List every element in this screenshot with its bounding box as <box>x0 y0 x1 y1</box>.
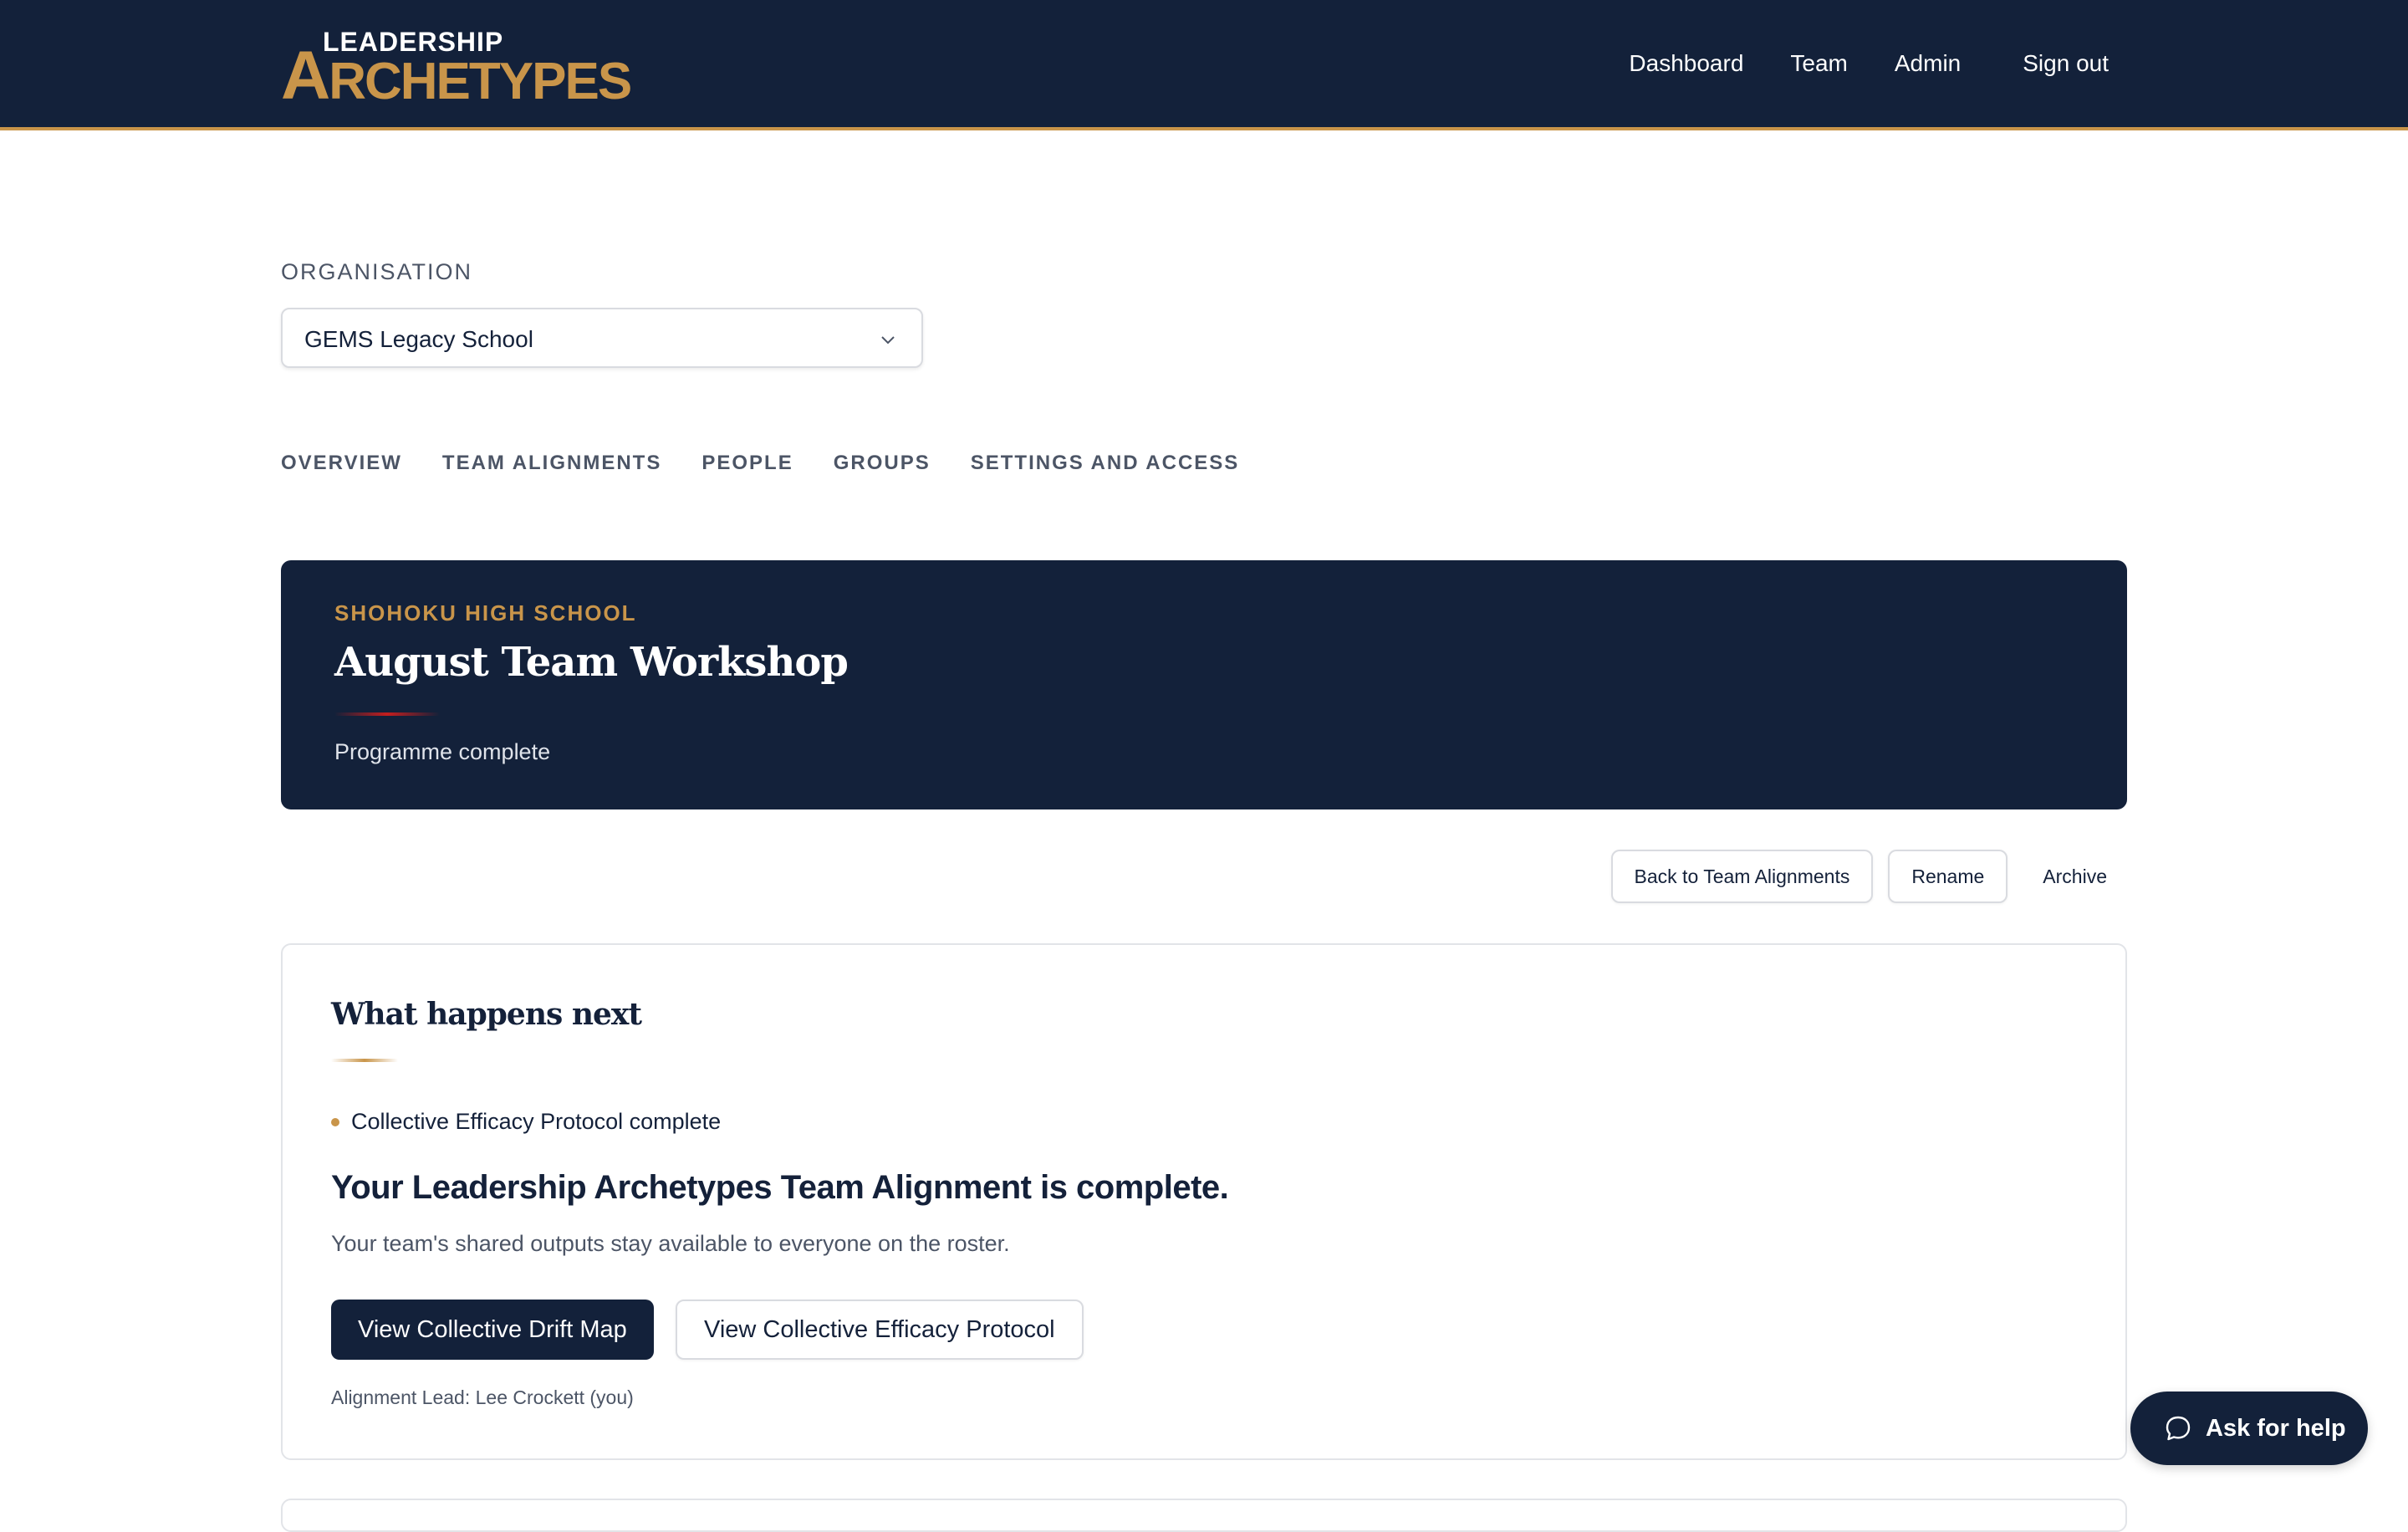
completion-message: Your Leadership Archetypes Team Alignmen… <box>331 1169 1229 1206</box>
completion-status-item: Collective Efficacy Protocol complete <box>331 1109 721 1135</box>
chat-bubble-icon <box>2166 1416 2191 1441</box>
archive-button[interactable]: Archive <box>2023 850 2127 903</box>
nav-team[interactable]: Team <box>1790 50 1847 77</box>
main-nav: Dashboard Team Admin Sign out <box>1582 47 2109 80</box>
alignment-lead: Alignment Lead: Lee Crockett (you) <box>331 1386 634 1408</box>
tab-groups[interactable]: GROUPS <box>834 452 931 475</box>
view-collective-drift-map-button[interactable]: View Collective Drift Map <box>331 1300 654 1360</box>
heading-accent-line <box>331 1059 398 1062</box>
ask-for-help-label: Ask for help <box>2206 1414 2346 1442</box>
sign-out-link[interactable]: Sign out <box>2023 50 2109 77</box>
back-to-team-alignments-button[interactable]: Back to Team Alignments <box>1610 850 1874 903</box>
title-accent-line <box>334 712 440 716</box>
chevron-down-icon <box>881 336 895 345</box>
nav-admin[interactable]: Admin <box>1895 50 1961 77</box>
completion-subtext: Your team's shared outputs stay availabl… <box>331 1231 1010 1256</box>
alignment-hero-banner: SHOHOKU HIGH SCHOOL August Team Workshop… <box>281 560 2127 809</box>
what-happens-next-card: What happens next Collective Efficacy Pr… <box>281 943 2127 1460</box>
organisation-select[interactable]: GEMS Legacy School <box>281 308 923 368</box>
organisation-label: ORGANISATION <box>281 259 473 284</box>
card-heading: What happens next <box>331 997 642 1032</box>
logo-rest-text: RCHETYPES <box>329 53 632 110</box>
tab-people[interactable]: PEOPLE <box>701 452 793 475</box>
programme-status: Programme complete <box>334 739 551 764</box>
ask-for-help-button[interactable]: Ask for help <box>2130 1392 2368 1465</box>
leadership-archetypes-logo[interactable]: LEADERSHIP ARCHETYPES <box>281 27 632 110</box>
school-name: SHOHOKU HIGH SCHOOL <box>334 600 637 626</box>
alignment-actions: Back to Team Alignments Rename Archive <box>1596 850 2127 903</box>
page-title: August Team Workshop <box>334 639 849 686</box>
organisation-select-value: GEMS Legacy School <box>304 326 533 352</box>
view-collective-efficacy-protocol-button[interactable]: View Collective Efficacy Protocol <box>676 1300 1084 1360</box>
rename-button[interactable]: Rename <box>1888 850 2008 903</box>
status-dot-icon <box>331 1117 339 1126</box>
next-card <box>281 1499 2127 1532</box>
tab-settings-and-access[interactable]: SETTINGS AND ACCESS <box>971 452 1240 475</box>
completion-status-text: Collective Efficacy Protocol complete <box>351 1109 722 1134</box>
logo-cap-letter: A <box>281 38 330 114</box>
section-tabs: OVERVIEW TEAM ALIGNMENTS PEOPLE GROUPS S… <box>281 452 1279 475</box>
logo-bottom-text: ARCHETYPES <box>281 42 632 111</box>
top-navigation-bar: LEADERSHIP ARCHETYPES Dashboard Team Adm… <box>0 0 2408 130</box>
tab-overview[interactable]: OVERVIEW <box>281 452 402 475</box>
nav-dashboard[interactable]: Dashboard <box>1629 50 1743 77</box>
tab-team-alignments[interactable]: TEAM ALIGNMENTS <box>442 452 661 475</box>
